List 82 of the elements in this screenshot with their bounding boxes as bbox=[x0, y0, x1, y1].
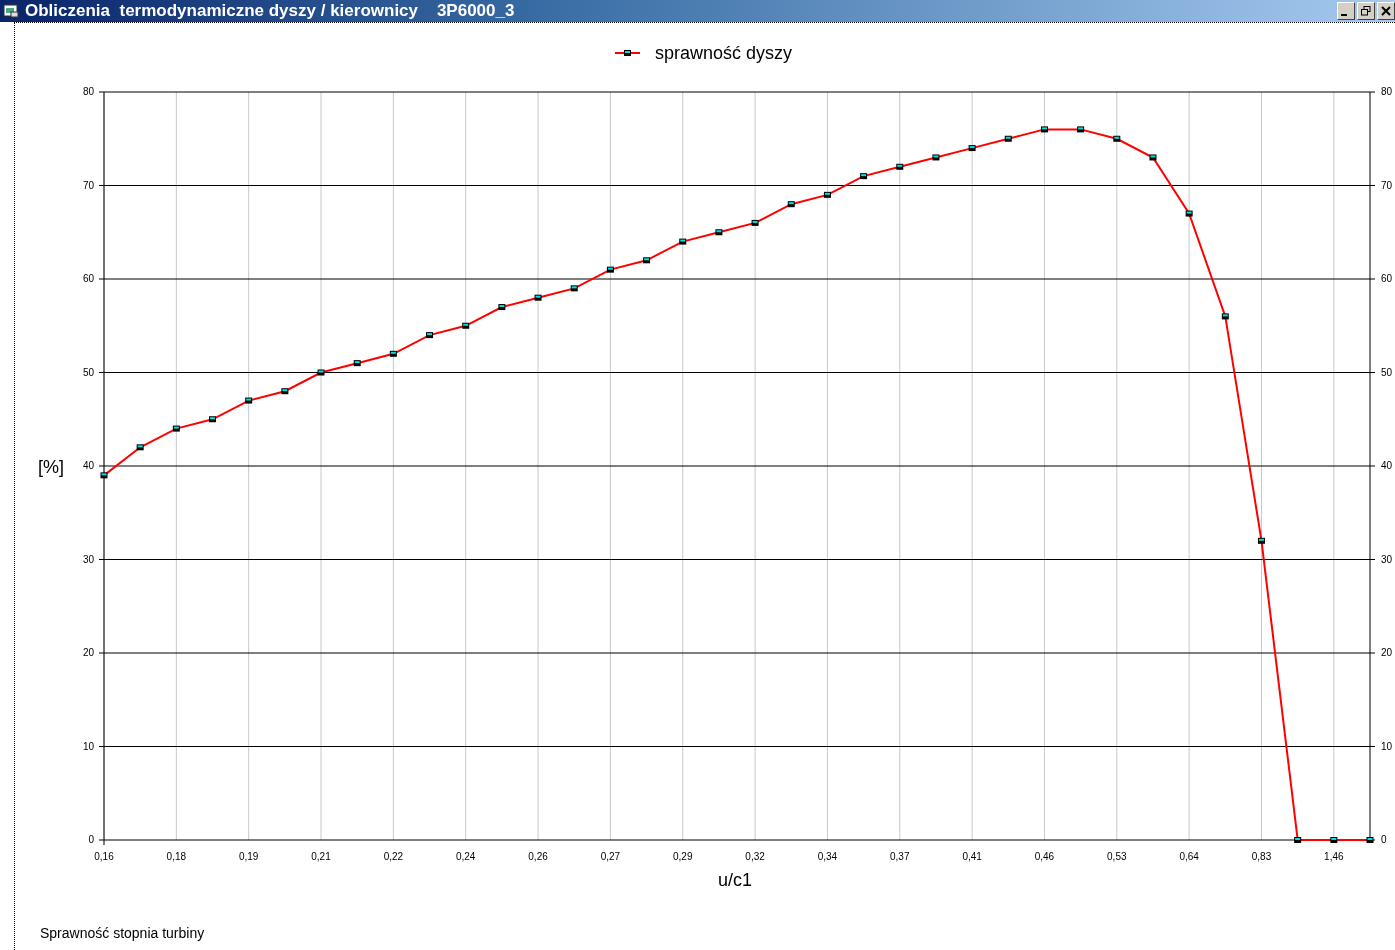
data-point bbox=[172, 425, 180, 432]
restore-icon bbox=[1361, 6, 1371, 16]
tick-label: 30 bbox=[82, 553, 94, 565]
tick-label: 50 bbox=[1381, 366, 1393, 378]
data-point bbox=[679, 238, 687, 245]
tick-label: 0,29 bbox=[673, 851, 693, 862]
data-point bbox=[968, 145, 976, 152]
tick-label: 0,41 bbox=[962, 851, 982, 862]
tick-label: 0,37 bbox=[890, 851, 910, 862]
data-point bbox=[100, 472, 108, 479]
chart-caption: Sprawność stopnia turbiny bbox=[40, 925, 206, 941]
window-icon bbox=[3, 4, 19, 18]
data-point bbox=[1330, 837, 1338, 843]
data-point bbox=[787, 201, 795, 208]
close-icon bbox=[1381, 6, 1391, 16]
data-point bbox=[932, 154, 940, 161]
data-point bbox=[1077, 126, 1085, 133]
minimize-icon bbox=[1341, 14, 1347, 16]
data-point bbox=[1004, 135, 1012, 142]
restore-button[interactable] bbox=[1357, 2, 1375, 20]
tick-label: 0 bbox=[1381, 834, 1387, 845]
tick-label: 50 bbox=[82, 366, 94, 378]
data-point bbox=[715, 229, 723, 236]
tick-label: 80 bbox=[82, 86, 94, 97]
data-point bbox=[606, 266, 614, 273]
data-point bbox=[245, 397, 253, 404]
tick-label: 0,16 bbox=[94, 851, 114, 862]
data-point bbox=[1185, 210, 1193, 217]
data-point bbox=[1040, 126, 1048, 133]
y-axis-label: [%] bbox=[38, 457, 64, 477]
tick-label: 30 bbox=[1381, 553, 1393, 565]
data-point bbox=[1149, 154, 1157, 161]
x-axis-label: u/c1 bbox=[718, 870, 753, 890]
legend-entry bbox=[614, 50, 641, 56]
data-point bbox=[462, 322, 470, 329]
tick-label: 0,18 bbox=[166, 851, 187, 862]
tick-label: 0,34 bbox=[817, 851, 838, 862]
data-point bbox=[209, 416, 216, 423]
tick-label: 70 bbox=[1381, 179, 1393, 191]
data-point bbox=[896, 163, 904, 170]
tick-label: 10 bbox=[1381, 740, 1393, 752]
tick-label: 0,83 bbox=[1251, 851, 1272, 862]
data-point bbox=[281, 388, 289, 395]
window-title: Obliczenia termodynamiczne dyszy / kierownicy 3P6000_3 bbox=[25, 1, 515, 21]
tick-label: 1,46 bbox=[1324, 851, 1344, 862]
tick-label: 0,32 bbox=[745, 851, 765, 862]
tick-label: 60 bbox=[1381, 273, 1393, 284]
tick-label: 0,46 bbox=[1034, 851, 1055, 862]
tick-label: 0,21 bbox=[311, 851, 331, 862]
tick-label: 20 bbox=[1381, 647, 1393, 658]
tick-label: 20 bbox=[82, 647, 94, 658]
tick-label: 60 bbox=[82, 273, 94, 284]
tick-label: 80 bbox=[1381, 86, 1393, 97]
data-point bbox=[534, 294, 542, 301]
data-point bbox=[570, 285, 578, 292]
data-point bbox=[643, 257, 651, 264]
data-point bbox=[1113, 135, 1121, 142]
tick-label: 0,24 bbox=[456, 851, 476, 862]
legend-label: sprawność dyszy bbox=[655, 43, 793, 63]
tick-label: 0,22 bbox=[383, 851, 404, 862]
data-point bbox=[860, 173, 868, 180]
tick-label: 0,27 bbox=[600, 851, 621, 862]
tick-label: 0,19 bbox=[238, 851, 259, 862]
tick-label: 10 bbox=[82, 740, 94, 752]
tick-label: 40 bbox=[1381, 460, 1393, 471]
data-point bbox=[751, 219, 759, 226]
tick-label: 0,64 bbox=[1179, 851, 1199, 862]
tick-label: 40 bbox=[82, 460, 94, 471]
tick-label: 0,26 bbox=[528, 851, 548, 862]
tick-label: 70 bbox=[82, 179, 94, 191]
data-point bbox=[1221, 313, 1229, 320]
minimize-button[interactable] bbox=[1337, 2, 1355, 20]
close-button[interactable] bbox=[1377, 2, 1395, 20]
data-point bbox=[823, 191, 831, 198]
data-point bbox=[389, 350, 397, 357]
data-point bbox=[136, 444, 144, 451]
data-point bbox=[1258, 537, 1265, 544]
tick-label: 0 bbox=[88, 834, 94, 845]
data-point bbox=[498, 304, 506, 311]
data-point bbox=[353, 360, 361, 367]
data-point bbox=[426, 332, 434, 339]
tick-label: 0,53 bbox=[1107, 851, 1127, 862]
